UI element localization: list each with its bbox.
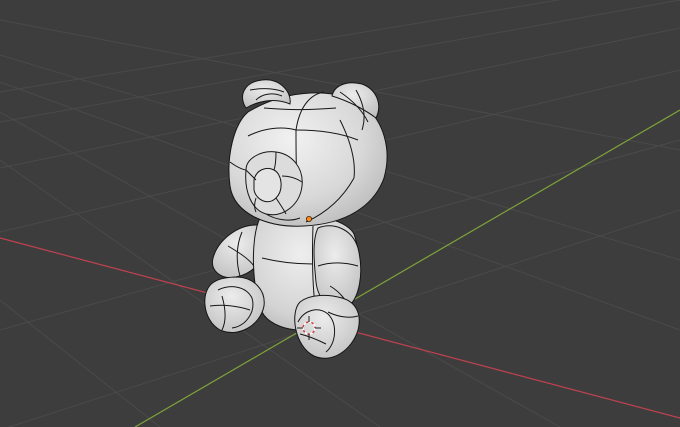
viewport-canvas[interactable] <box>0 0 680 427</box>
teddy-bear-mesh[interactable] <box>204 79 388 359</box>
3d-viewport[interactable] <box>0 0 680 427</box>
object-origin-icon[interactable] <box>305 215 312 222</box>
